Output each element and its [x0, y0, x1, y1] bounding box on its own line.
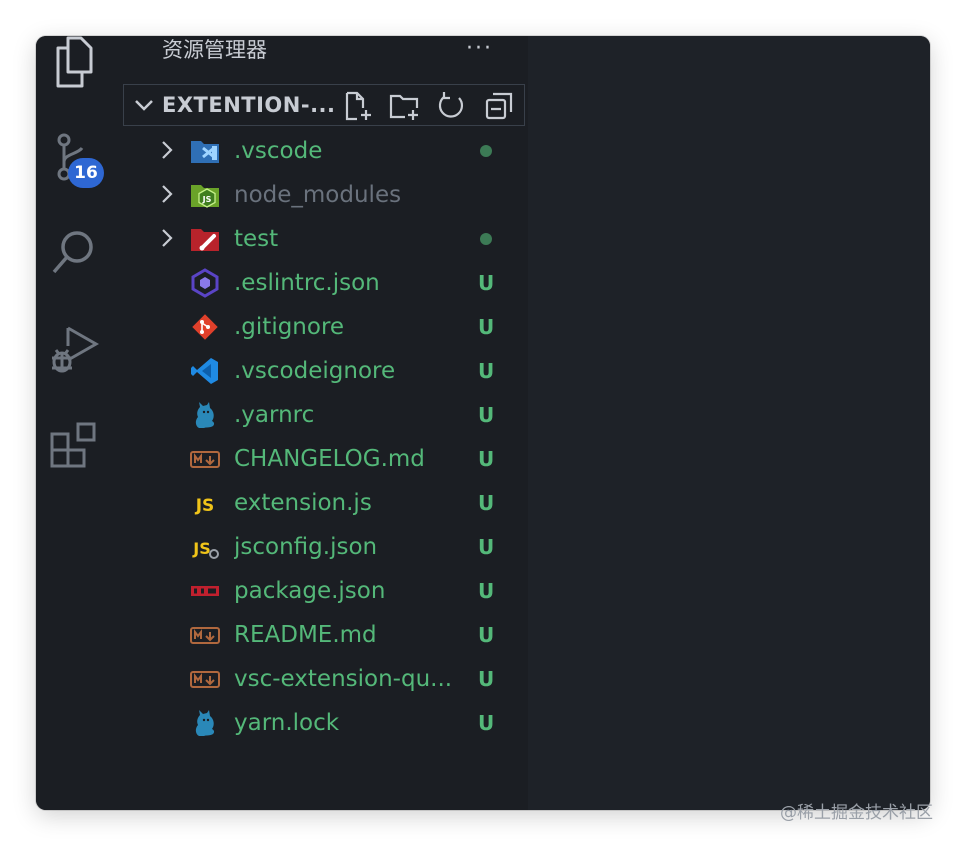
tree-item-label: .eslintrc.json [234, 270, 380, 296]
chevron-down-icon[interactable] [130, 91, 158, 119]
extensions-icon[interactable] [48, 420, 100, 472]
npm-icon [190, 576, 220, 606]
chevron-right-icon[interactable] [154, 225, 180, 251]
svg-text:JS: JS [192, 539, 210, 558]
tree-file[interactable]: JS extension.js U [122, 481, 528, 525]
yarn-icon [190, 400, 220, 430]
git-status-badge: U [478, 447, 495, 471]
editor-area[interactable] [528, 36, 930, 810]
workspace-name: EXTENTION-... [162, 93, 336, 117]
collapse-all-button[interactable] [483, 90, 515, 122]
tree-file[interactable]: .gitignore U [122, 305, 528, 349]
more-actions-button[interactable]: ··· [466, 36, 493, 64]
svg-text:JS: JS [195, 496, 215, 516]
explorer-icon[interactable] [48, 36, 100, 88]
tree-item-label: node_modules [234, 182, 402, 208]
tree-folder[interactable]: .vscode [122, 129, 528, 173]
tree-item-label: .vscodeignore [234, 358, 396, 384]
git-status-badge: U [478, 403, 495, 427]
tree-folder[interactable]: JS node_modules [122, 173, 528, 217]
tree-item-label: yarn.lock [234, 710, 340, 736]
jsconfig-icon: JS [190, 532, 220, 562]
git-status-badge: U [478, 359, 495, 383]
git-icon [190, 312, 220, 342]
git-status-badge: U [478, 711, 495, 735]
tree-item-label: .vscode [234, 138, 323, 164]
tree-file[interactable]: .eslintrc.json U [122, 261, 528, 305]
watermark: @稀土掘金技术社区 [780, 803, 933, 823]
test-folder-icon [190, 224, 220, 254]
chevron-right-icon[interactable] [154, 181, 180, 207]
tree-item-label: .yarnrc [234, 402, 315, 428]
explorer-sidebar: 资源管理器 ··· EXTENTION-... .vscode JS node_… [122, 36, 528, 810]
tree-file[interactable]: JS jsconfig.json U [122, 525, 528, 569]
tree-item-label: CHANGELOG.md [234, 446, 425, 472]
tree-file[interactable]: CHANGELOG.md U [122, 437, 528, 481]
tree-file[interactable]: package.json U [122, 569, 528, 613]
tree-file[interactable]: .yarnrc U [122, 393, 528, 437]
vscode-icon [190, 356, 220, 386]
git-status-badge: U [478, 667, 495, 691]
refresh-icon [438, 92, 464, 118]
tree-item-label: extension.js [234, 490, 372, 516]
tree-file[interactable]: yarn.lock U [122, 701, 528, 745]
tree-item-label: .gitignore [234, 314, 345, 340]
tree-item-label: package.json [234, 578, 386, 604]
tree-item-label: test [234, 226, 279, 252]
javascript-icon: JS [190, 488, 220, 518]
new-folder-icon [389, 94, 419, 120]
vscode-folder-icon [190, 136, 220, 166]
scm-badge: 16 [68, 158, 104, 188]
vscode-window: 16 资源管理器 ··· EXTENTION-... .vscode JS no… [36, 36, 930, 810]
chevron-right-icon[interactable] [154, 137, 180, 163]
node-folder-icon: JS [190, 180, 220, 210]
tree-item-label: jsconfig.json [234, 534, 378, 560]
tree-item-label: vsc-extension-qu... [234, 666, 453, 692]
git-status-badge: U [478, 271, 495, 295]
new-file-icon [345, 91, 371, 121]
workspace-section-header[interactable]: EXTENTION-... [123, 84, 525, 126]
modified-dot [480, 233, 492, 245]
activity-bar: 16 [36, 36, 122, 810]
tree-file[interactable]: vsc-extension-qu... U [122, 657, 528, 701]
svg-text:JS: JS [202, 195, 212, 204]
refresh-button[interactable] [435, 90, 467, 122]
search-icon[interactable] [48, 228, 100, 280]
new-file-button[interactable] [341, 90, 373, 122]
yarn-icon [190, 708, 220, 738]
git-status-badge: U [478, 535, 495, 559]
markdown-icon [190, 664, 220, 694]
git-status-badge: U [478, 579, 495, 603]
eslint-icon [190, 268, 220, 298]
modified-dot [480, 145, 492, 157]
markdown-icon [190, 444, 220, 474]
markdown-icon [190, 620, 220, 650]
tree-folder[interactable]: test [122, 217, 528, 261]
tree-file[interactable]: .vscodeignore U [122, 349, 528, 393]
explorer-title: 资源管理器 [162, 38, 267, 62]
tree-file[interactable]: README.md U [122, 613, 528, 657]
git-status-badge: U [478, 315, 495, 339]
new-folder-button[interactable] [388, 90, 420, 122]
collapse-all-icon [485, 92, 513, 120]
run-debug-icon[interactable] [48, 324, 100, 376]
tree-item-label: README.md [234, 622, 377, 648]
git-status-badge: U [478, 623, 495, 647]
git-status-badge: U [478, 491, 495, 515]
